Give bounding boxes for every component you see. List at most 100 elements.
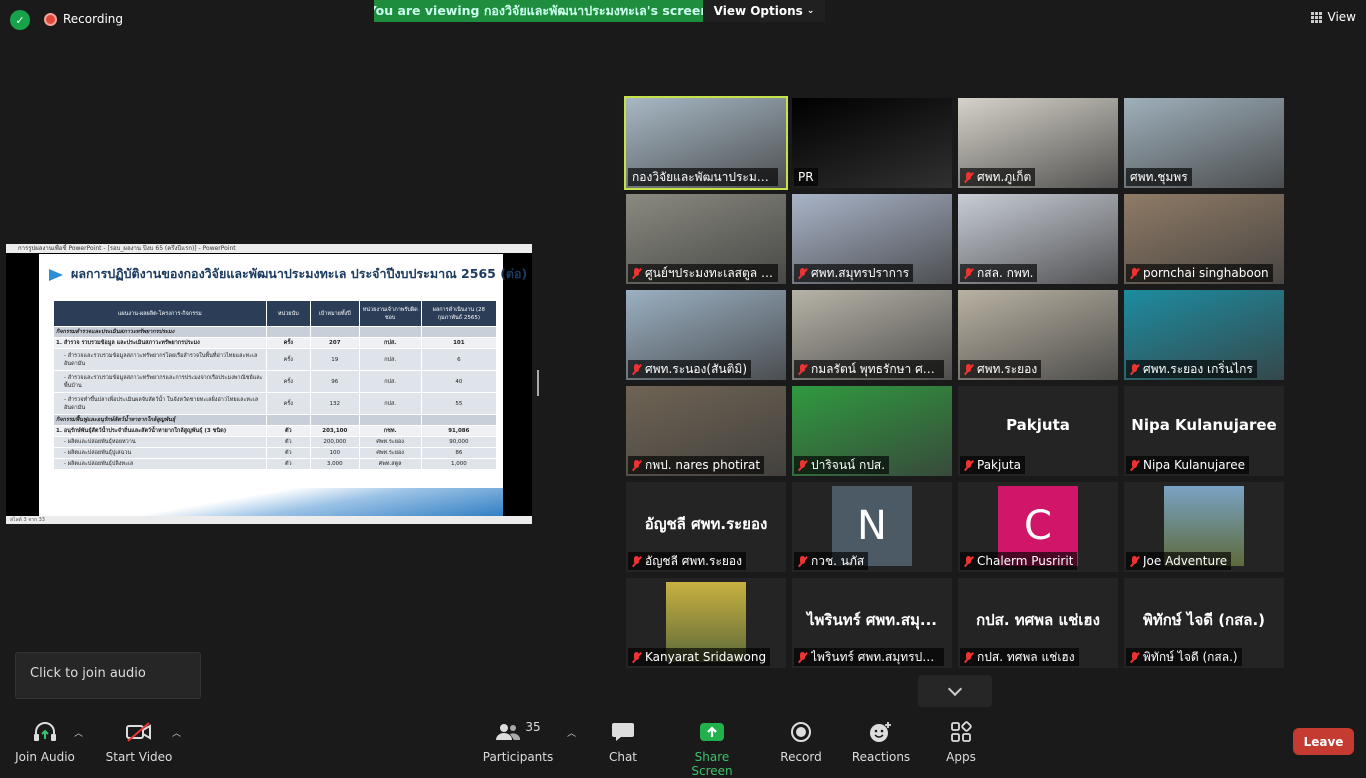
encryption-shield-icon[interactable]: ✓ [10, 10, 30, 30]
participant-tile[interactable]: กมลรัตน์ พุทธรักษา ศพท... [792, 290, 952, 380]
participant-nameplate: Pakjuta [960, 456, 1025, 474]
join-audio-tooltip: Click to join audio [15, 652, 201, 699]
mic-muted-icon [964, 171, 973, 183]
participant-nameplate: Nipa Kulanujaree [1126, 456, 1249, 474]
table-cell: กิจกรรมฟื้นฟูและอนุรักษ์สัตว์น้ำหายากใกล… [53, 414, 267, 426]
participant-tile[interactable]: อัญชลี ศพท.ระยอง อัญชลี ศพท.ระยอง [626, 482, 786, 572]
participant-tile[interactable]: Joe Adventure [1124, 482, 1284, 572]
table-cell: ตัว [265, 447, 311, 459]
meeting-topbar: ✓ Recording You are viewing กองวิจัยและพ… [0, 0, 1366, 40]
participant-name: กพป. nares photirat [645, 458, 761, 472]
recording-indicator[interactable]: Recording [44, 12, 123, 26]
mic-muted-icon [1130, 555, 1139, 567]
collapse-gallery-button[interactable] [918, 675, 992, 707]
table-cell: 207 [309, 337, 360, 349]
table-cell: ตัว [265, 425, 311, 437]
start-video-button[interactable]: Start Video [104, 720, 174, 764]
apps-button[interactable]: Apps [940, 720, 982, 764]
participant-tile[interactable]: กองวิจัยและพัฒนาประมงทะเล [624, 96, 788, 190]
apps-icon [940, 720, 982, 744]
participant-tile[interactable]: C Chalerm Pusririt [958, 482, 1118, 572]
table-cell: - สำรวจทำขึ้นปลาเพื่อประเมินผลจับสัตว์น้… [53, 392, 267, 415]
participant-name: Kanyarat Sridawong [645, 650, 767, 664]
participant-tile[interactable]: ศพท.ชุมพร [1124, 98, 1284, 188]
participant-tile[interactable]: N กวช. นภัส [792, 482, 952, 572]
participant-nameplate: กสล. กพท. [960, 264, 1038, 282]
reactions-button[interactable]: Reactions [850, 720, 912, 764]
participant-name: Chalerm Pusririt [977, 554, 1074, 568]
table-cell [420, 414, 498, 426]
splitter-handle[interactable] [537, 370, 539, 396]
participant-name: ไพรินทร์ ศพท.สมุทรปรา... [811, 650, 940, 664]
participant-name: ศพท.ระนอง(สันติมิ) [645, 362, 748, 376]
start-video-label: Start Video [105, 750, 173, 764]
participant-tile[interactable]: ศพท.ระนอง(สันติมิ) [626, 290, 786, 380]
participant-name: Joe Adventure [1143, 554, 1228, 568]
mic-muted-icon [964, 555, 973, 567]
participant-tile[interactable]: ศูนย์ฯประมงทะเลสตูล (นา... [626, 194, 786, 284]
view-button[interactable]: View [1310, 10, 1356, 24]
participant-name: อัญชลี ศพท.ระยอง [645, 554, 742, 568]
participant-name: กองวิจัยและพัฒนาประมงทะเล [632, 170, 774, 184]
table-cell: 203,100 [309, 425, 360, 437]
shared-window-title: การรูปผลงานเพื่อชี้ PowerPoint - [รอบ_ผล… [6, 244, 532, 253]
participant-name: pornchai singhaboon [1143, 266, 1269, 280]
table-cell: ครั้ง [265, 337, 311, 349]
table-row: กิจกรรมฟื้นฟูและอนุรักษ์สัตว์น้ำหายากใกล… [53, 414, 498, 426]
table-cell: กิจกรรมสำรวจและประเมินสภาวะทรัพยากรประมง [53, 326, 267, 338]
participant-name: ศพท.ระยอง เกริ่นไกร [1143, 362, 1253, 376]
table-header-cell: เป้าหมายทั้งปี [309, 300, 360, 327]
view-options-button[interactable]: View Options ⌄ [703, 0, 825, 22]
table-cell: - ผลิตและปล่อยพันธุ์หอยหวาน [53, 436, 267, 448]
leave-button[interactable]: Leave [1293, 728, 1354, 755]
chat-button[interactable]: Chat [600, 720, 646, 764]
table-cell: กปส. [358, 337, 422, 349]
participant-tile[interactable]: กพป. nares photirat [626, 386, 786, 476]
join-audio-button[interactable]: Join Audio [14, 720, 76, 764]
participant-tile[interactable]: ศพท.สมุทรปราการ [792, 194, 952, 284]
participants-options-caret-icon[interactable]: ︿ [567, 726, 576, 739]
participant-tile[interactable]: Kanyarat Sridawong [626, 578, 786, 668]
table-cell [309, 414, 360, 426]
table-cell [420, 326, 498, 338]
table-cell: 1. สำรวจ รวบรวมข้อมูล และประเมินสภาวะทรั… [53, 337, 267, 349]
mic-muted-icon [798, 267, 807, 279]
recording-label: Recording [63, 12, 124, 26]
record-button[interactable]: Record [778, 720, 824, 764]
share-screen-label: Share Screen [691, 750, 733, 778]
record-icon [778, 720, 824, 744]
participant-tile[interactable]: ไพรินทร์ ศพท.สมุ... ไพรินทร์ ศพท.สมุทรปรา… [792, 578, 952, 668]
headphones-icon [14, 720, 76, 744]
participant-nameplate: กปส. ทศพล แช่เฮง [960, 648, 1079, 666]
mic-muted-icon [1130, 267, 1139, 279]
participant-display-name: พิทักษ์ ไจดี (กสล.) [1142, 611, 1266, 629]
participants-button[interactable]: 35 Participants [482, 720, 554, 764]
mic-muted-icon [632, 651, 641, 663]
slide-title-text: ผลการปฏิบัติงานของกองวิจัยและพัฒนาประมงท… [71, 266, 528, 281]
table-cell: 96 [309, 370, 360, 393]
participant-tile[interactable]: pornchai singhaboon [1124, 194, 1284, 284]
participant-tile[interactable]: ศพท.ระยอง เกริ่นไกร [1124, 290, 1284, 380]
participant-tile[interactable]: Nipa Kulanujaree Nipa Kulanujaree [1124, 386, 1284, 476]
participant-tile[interactable]: กสล. กพท. [958, 194, 1118, 284]
apps-label: Apps [946, 750, 976, 764]
table-cell: ครั้ง [265, 348, 311, 371]
participant-display-name: Pakjuta [1006, 416, 1070, 434]
slide-title: ผลการปฏิบัติงานของกองวิจัยและพัฒนาประมงท… [49, 264, 527, 284]
shared-screen[interactable]: การรูปผลงานเพื่อชี้ PowerPoint - [รอบ_ผล… [6, 244, 532, 524]
participant-tile[interactable]: PR [792, 98, 952, 188]
participant-tile[interactable]: ศพท.ภูเก็ต [958, 98, 1118, 188]
share-screen-button[interactable]: Share Screen [674, 720, 750, 778]
audio-options-caret-icon[interactable]: ︿ [74, 726, 83, 739]
mic-muted-icon [632, 267, 641, 279]
table-cell: ตัว [265, 436, 311, 448]
participant-tile[interactable]: Pakjuta Pakjuta [958, 386, 1118, 476]
participant-tile[interactable]: กปส. ทศพล แช่เฮง กปส. ทศพล แช่เฮง [958, 578, 1118, 668]
participant-tile[interactable]: พิทักษ์ ไจดี (กสล.) พิทักษ์ ไจดี (กสล.) [1124, 578, 1284, 668]
table-cell: - ผลิตและปล่อยพันธุ์ปลิงทะเล [53, 458, 267, 470]
participant-tile[interactable]: ศพท.ระยอง [958, 290, 1118, 380]
participant-name: ศพท.ภูเก็ต [977, 170, 1032, 184]
participant-tile[interactable]: ปาริจนน์ กปส. [792, 386, 952, 476]
slide-table: แผนงาน-ผลผลิต-โครงการ-กิจกรรม หน่วยนับ เป้… [53, 300, 498, 470]
video-options-caret-icon[interactable]: ︿ [172, 726, 181, 739]
